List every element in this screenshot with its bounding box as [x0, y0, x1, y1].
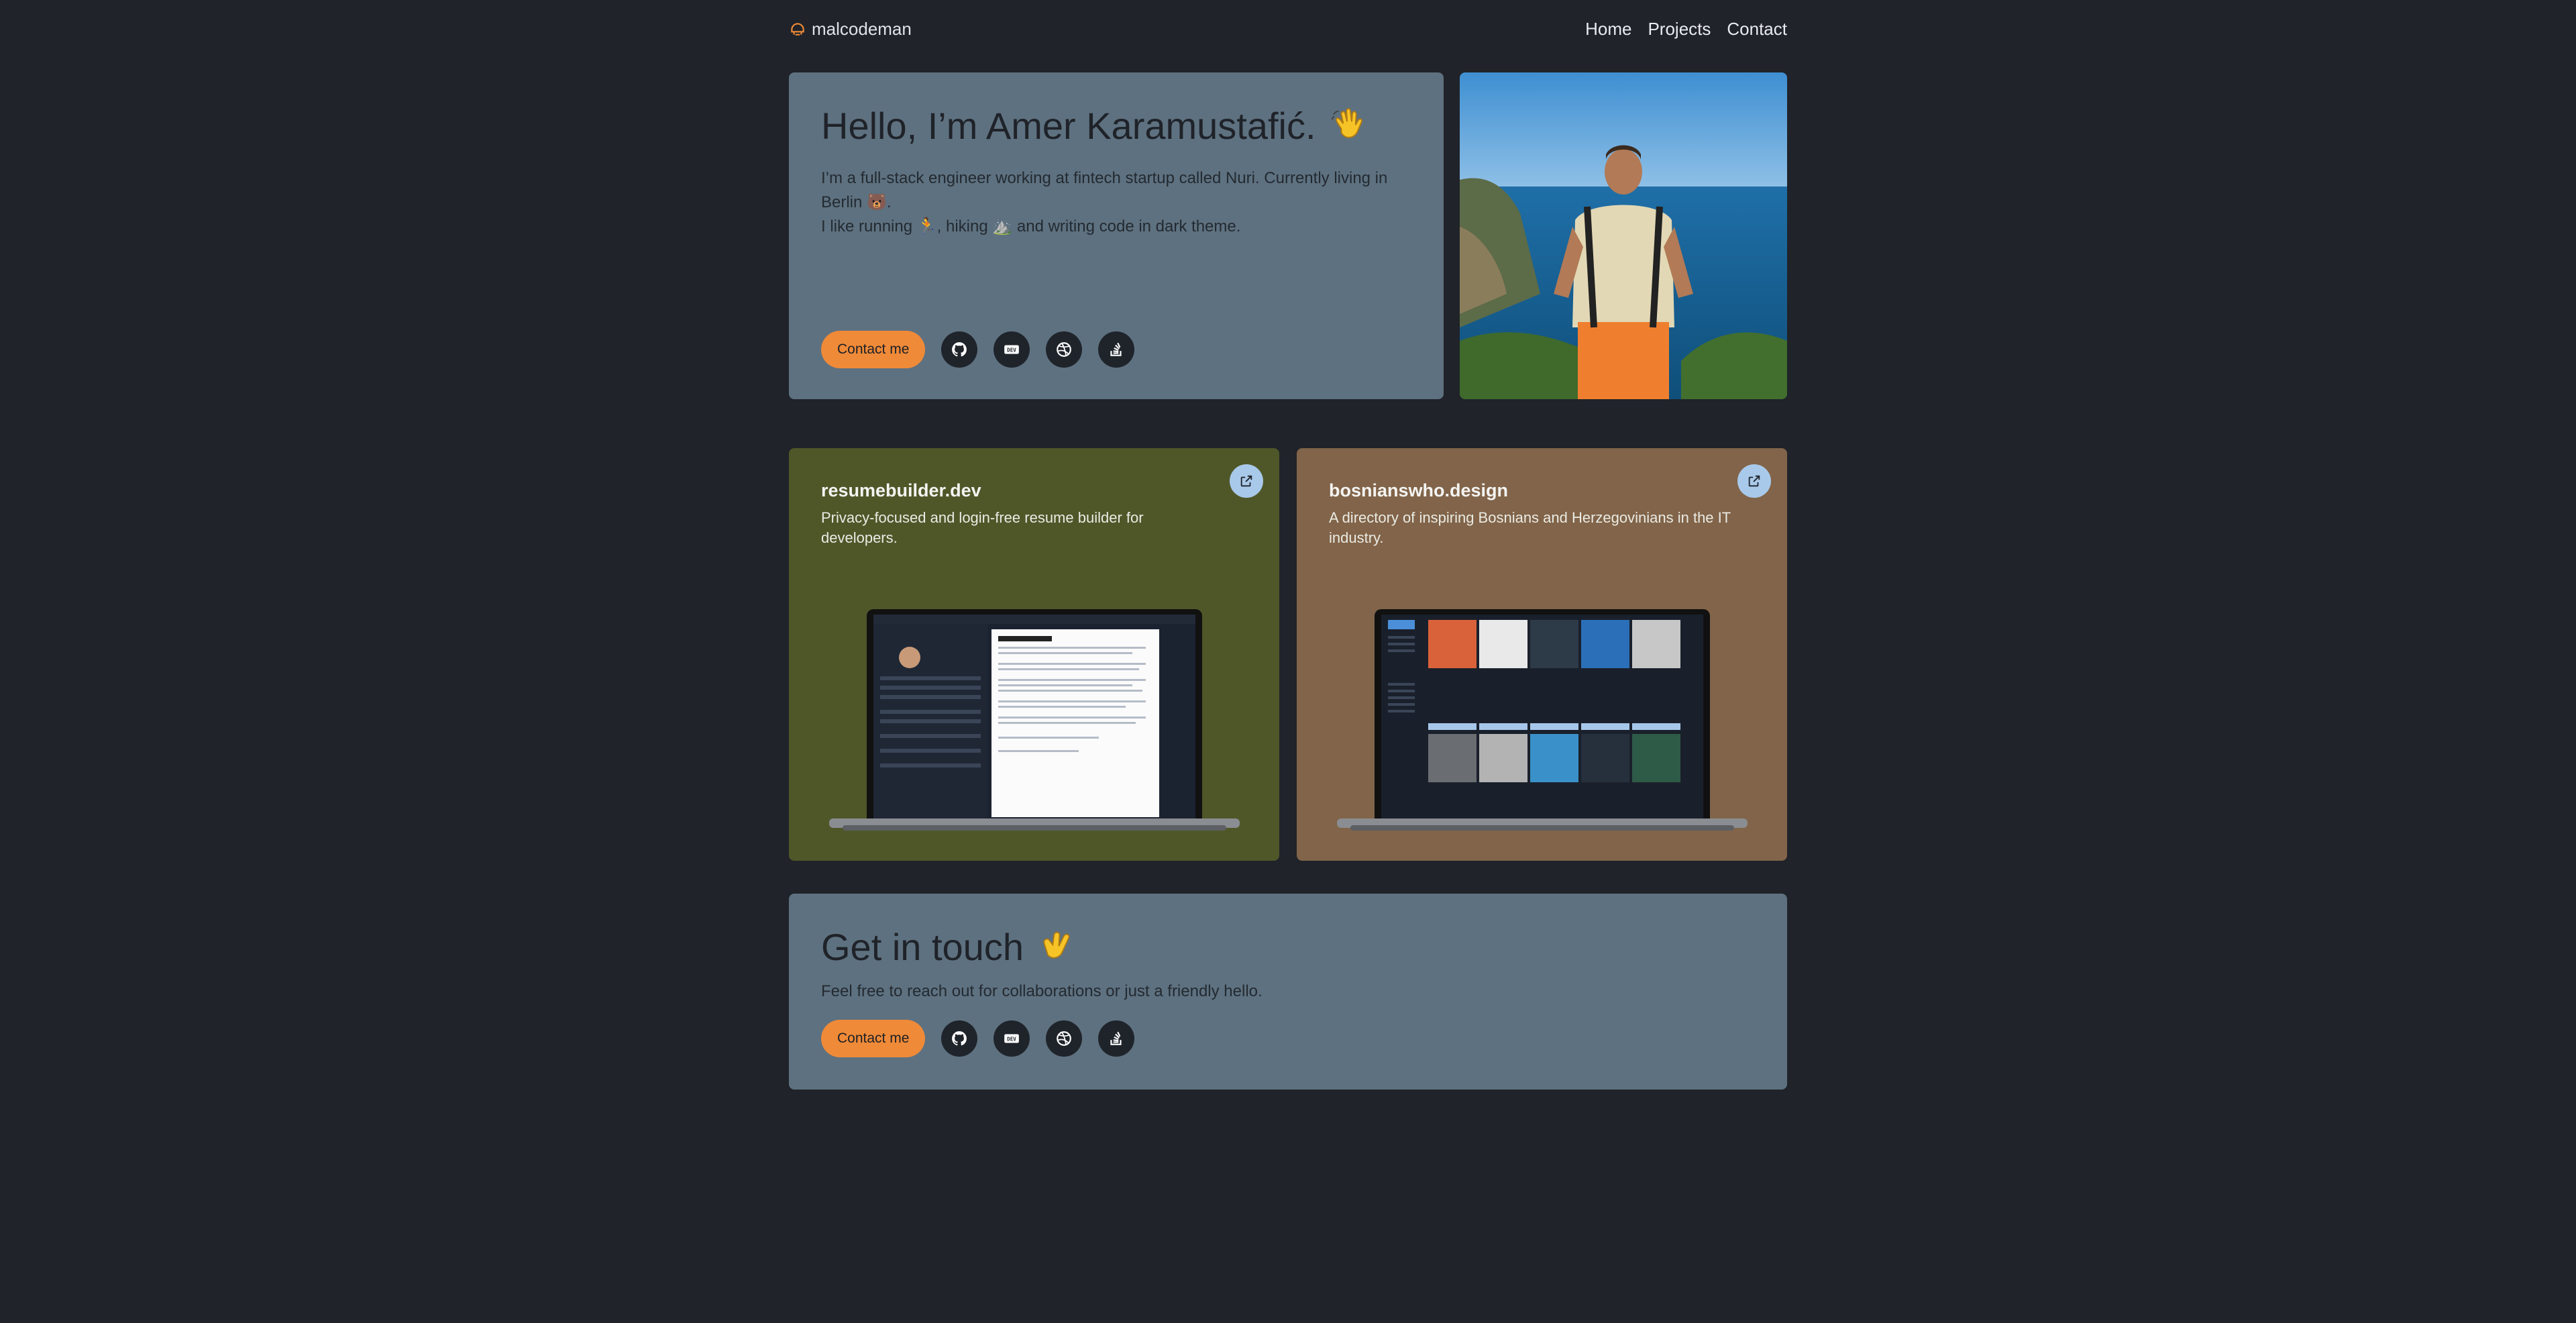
contact-me-button[interactable]: Contact me: [821, 331, 926, 368]
external-link-icon: [1240, 475, 1252, 487]
profile-photo: [1460, 72, 1787, 399]
touch-description: Feel free to reach out for collaboration…: [821, 982, 1263, 1000]
stackoverflow-icon: [1110, 1031, 1122, 1045]
dribbble-icon: [1057, 1031, 1072, 1046]
project-title: resumebuilder.dev: [821, 480, 981, 500]
nav-projects[interactable]: Projects: [1648, 19, 1711, 40]
laptop-screenshot-image: [1337, 609, 1748, 831]
dev-icon: DEV: [1004, 345, 1020, 354]
stackoverflow-link[interactable]: [1098, 1020, 1135, 1057]
dev-icon: DEV: [1004, 1034, 1020, 1043]
github-icon: [952, 1031, 967, 1046]
laptop-screenshot-image: [829, 609, 1240, 831]
open-external-button[interactable]: [1230, 464, 1263, 498]
hero-title-text: Hello, I’m Amer Karamustafić.: [821, 105, 1316, 147]
brand-link[interactable]: malcodeman: [789, 19, 912, 40]
hero-card: Hello, I’m Amer Karamustafić. I’m a full…: [789, 72, 1444, 399]
stackoverflow-link[interactable]: [1098, 331, 1135, 368]
nav-home[interactable]: Home: [1585, 19, 1631, 40]
dribbble-link[interactable]: [1046, 1020, 1083, 1057]
nav-contact[interactable]: Contact: [1727, 19, 1787, 40]
project-description: Privacy-focused and login-free resume bu…: [821, 509, 1144, 546]
project-description: A directory of inspiring Bosnians and He…: [1329, 509, 1731, 546]
call-me-hand-icon: [1043, 931, 1070, 959]
stackoverflow-icon: [1110, 342, 1122, 356]
hero-actions: Contact me DEV: [821, 331, 1135, 368]
project-card-resumebuilder[interactable]: resumebuilder.dev Privacy-focused and lo…: [789, 448, 1279, 861]
get-in-touch-card: Get in touch Feel free to reach out for …: [789, 894, 1787, 1090]
contact-me-button[interactable]: Contact me: [821, 1020, 926, 1057]
main-nav: Home Projects Contact: [1585, 19, 1787, 40]
helmet-icon: [791, 23, 804, 36]
touch-actions: Contact me DEV: [821, 1020, 1135, 1057]
project-title: bosnianswho.design: [1329, 480, 1509, 500]
hero-intro-line-1: I’m a full-stack engineer working at fin…: [821, 169, 1388, 211]
project-card-bosnianswho[interactable]: bosnianswho.design A directory of inspir…: [1297, 448, 1787, 861]
github-link[interactable]: [941, 1020, 978, 1057]
svg-text:DEV: DEV: [1008, 347, 1017, 353]
dribbble-icon: [1057, 342, 1072, 357]
touch-title-text: Get in touch: [821, 926, 1024, 968]
open-external-button[interactable]: [1737, 464, 1771, 498]
dribbble-link[interactable]: [1046, 331, 1083, 368]
hero-intro-line-2: I like running 🏃, hiking ⛰️ and writing …: [821, 217, 1241, 235]
github-icon: [952, 342, 967, 357]
external-link-icon: [1748, 475, 1760, 487]
hero-title: Hello, I’m Amer Karamustafić.: [821, 105, 1411, 148]
dev-link[interactable]: DEV: [994, 331, 1030, 368]
page: malcodeman Home Projects Contact Hello, …: [0, 0, 2576, 1323]
brand-name: malcodeman: [812, 18, 912, 39]
site-header: malcodeman Home Projects Contact: [789, 15, 1787, 43]
waving-hand-icon: [1331, 108, 1362, 138]
touch-title: Get in touch: [821, 926, 1755, 969]
github-link[interactable]: [941, 331, 978, 368]
dev-link[interactable]: DEV: [994, 1020, 1030, 1057]
svg-text:DEV: DEV: [1008, 1036, 1017, 1042]
